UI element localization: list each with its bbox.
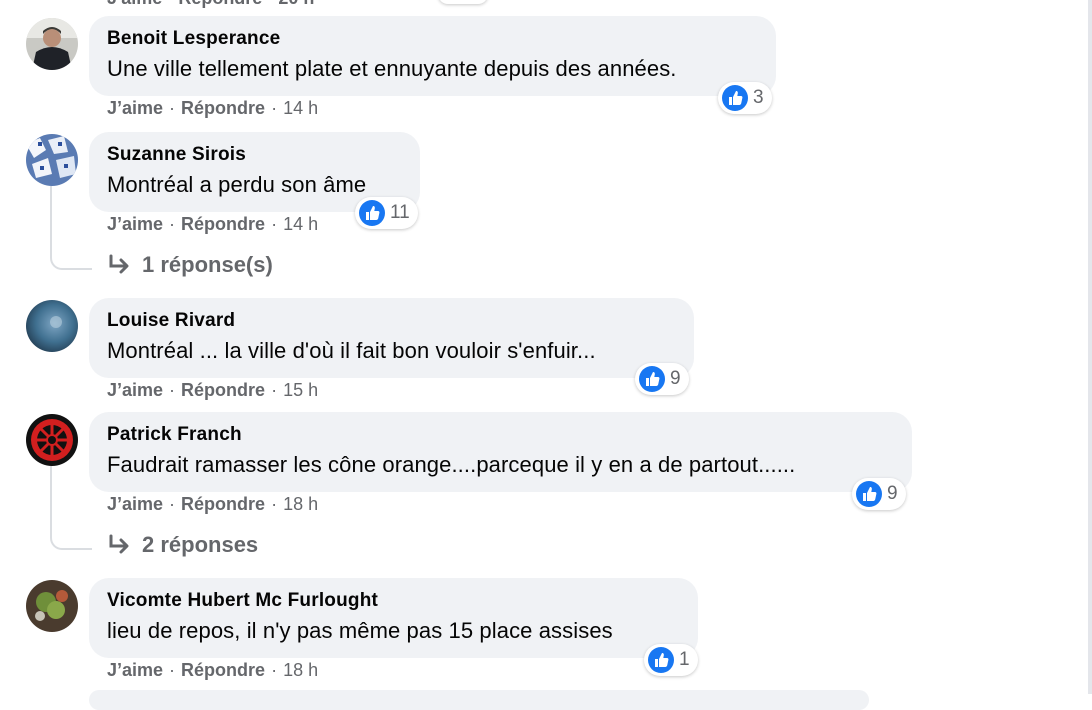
replies-count-label: 2 réponses — [142, 532, 259, 557]
view-replies-link[interactable]: 1 réponse(s) — [108, 252, 273, 278]
reaction-count: 9 — [887, 483, 898, 504]
reaction-count: 3 — [753, 87, 764, 108]
thumbs-up-icon — [722, 85, 748, 111]
thread-line — [50, 466, 92, 550]
avatar[interactable] — [26, 18, 78, 70]
replies-count-label: 1 réponse(s) — [142, 252, 273, 277]
reaction-badge[interactable]: 9 — [635, 363, 689, 395]
thumbs-up-icon — [359, 200, 385, 226]
reply-arrow-icon — [109, 534, 129, 554]
previous-reaction-badge — [438, 0, 488, 4]
like-button[interactable]: J’aime — [107, 214, 163, 234]
comment-author[interactable]: Patrick Franch — [107, 423, 894, 447]
thumbs-up-icon — [639, 366, 665, 392]
reply-arrow-icon — [109, 254, 129, 274]
reaction-count: 11 — [390, 202, 410, 223]
reply-button[interactable]: Répondre — [181, 494, 265, 514]
comment-text: Faudrait ramasser les cône orange....par… — [107, 452, 796, 477]
comment-text: Montréal ... la ville d'où il fait bon v… — [107, 338, 596, 363]
comment-time[interactable]: 18 h — [283, 660, 318, 680]
comment-actions: J’aime · Répondre · 15 h — [107, 380, 319, 400]
avatar[interactable] — [26, 300, 78, 352]
like-button[interactable]: J’aime — [107, 660, 163, 680]
reply-button[interactable]: Répondre — [181, 660, 265, 680]
comment-author[interactable]: Benoit Lesperance — [107, 27, 758, 51]
comment-author[interactable]: Suzanne Sirois — [107, 143, 402, 167]
reply-button[interactable]: Répondre — [181, 214, 265, 234]
avatar[interactable] — [26, 580, 78, 632]
reaction-badge[interactable]: 11 — [355, 197, 418, 229]
thread-line — [50, 186, 92, 270]
comment-actions: J’aime · Répondre · 18 h — [107, 660, 319, 680]
avatar[interactable] — [26, 134, 78, 186]
like-button[interactable]: J’aime — [107, 98, 163, 118]
comment-author[interactable]: Louise Rivard — [107, 309, 676, 333]
comment-bubble: Benoit Lesperance Une ville tellement pl… — [89, 16, 776, 96]
reply-button[interactable]: Répondre — [181, 380, 265, 400]
view-replies-link[interactable]: 2 réponses — [108, 532, 258, 558]
comment-author[interactable]: Vicomte Hubert Mc Furlought — [107, 589, 680, 613]
like-button[interactable]: J’aime — [107, 494, 163, 514]
reaction-count: 9 — [670, 368, 681, 389]
previous-comment-actions: J'aime · Répondre · 20 h — [107, 0, 314, 9]
avatar[interactable] — [26, 414, 78, 466]
thumbs-up-icon — [856, 481, 882, 507]
comment-text: Montréal a perdu son âme — [107, 172, 367, 197]
comment-bubble: Patrick Franch Faudrait ramasser les côn… — [89, 412, 912, 492]
comment-actions: J’aime · Répondre · 18 h — [107, 494, 319, 514]
reply-button[interactable]: Répondre — [181, 98, 265, 118]
comment-time[interactable]: 14 h — [283, 98, 318, 118]
reaction-badge[interactable]: 9 — [852, 478, 906, 510]
reaction-badge[interactable]: 3 — [718, 82, 772, 114]
reaction-count: 1 — [679, 649, 690, 670]
comment-text: Une ville tellement plate et ennuyante d… — [107, 56, 677, 81]
comment-bubble: Louise Rivard Montréal ... la ville d'où… — [89, 298, 694, 378]
comment-actions: J’aime · Répondre · 14 h — [107, 98, 319, 118]
comment-actions: J’aime · Répondre · 14 h — [107, 214, 319, 234]
comment-time[interactable]: 15 h — [283, 380, 318, 400]
comment-bubble: Vicomte Hubert Mc Furlought lieu de repo… — [89, 578, 698, 658]
panel-edge — [1088, 0, 1092, 694]
comment-time[interactable]: 14 h — [283, 214, 318, 234]
next-comment-bubble — [89, 690, 869, 710]
comment-time[interactable]: 18 h — [283, 494, 318, 514]
reaction-badge[interactable]: 1 — [644, 644, 698, 676]
comment-text: lieu de repos, il n'y pas même pas 15 pl… — [107, 618, 613, 643]
like-button[interactable]: J’aime — [107, 380, 163, 400]
thumbs-up-icon — [648, 647, 674, 673]
